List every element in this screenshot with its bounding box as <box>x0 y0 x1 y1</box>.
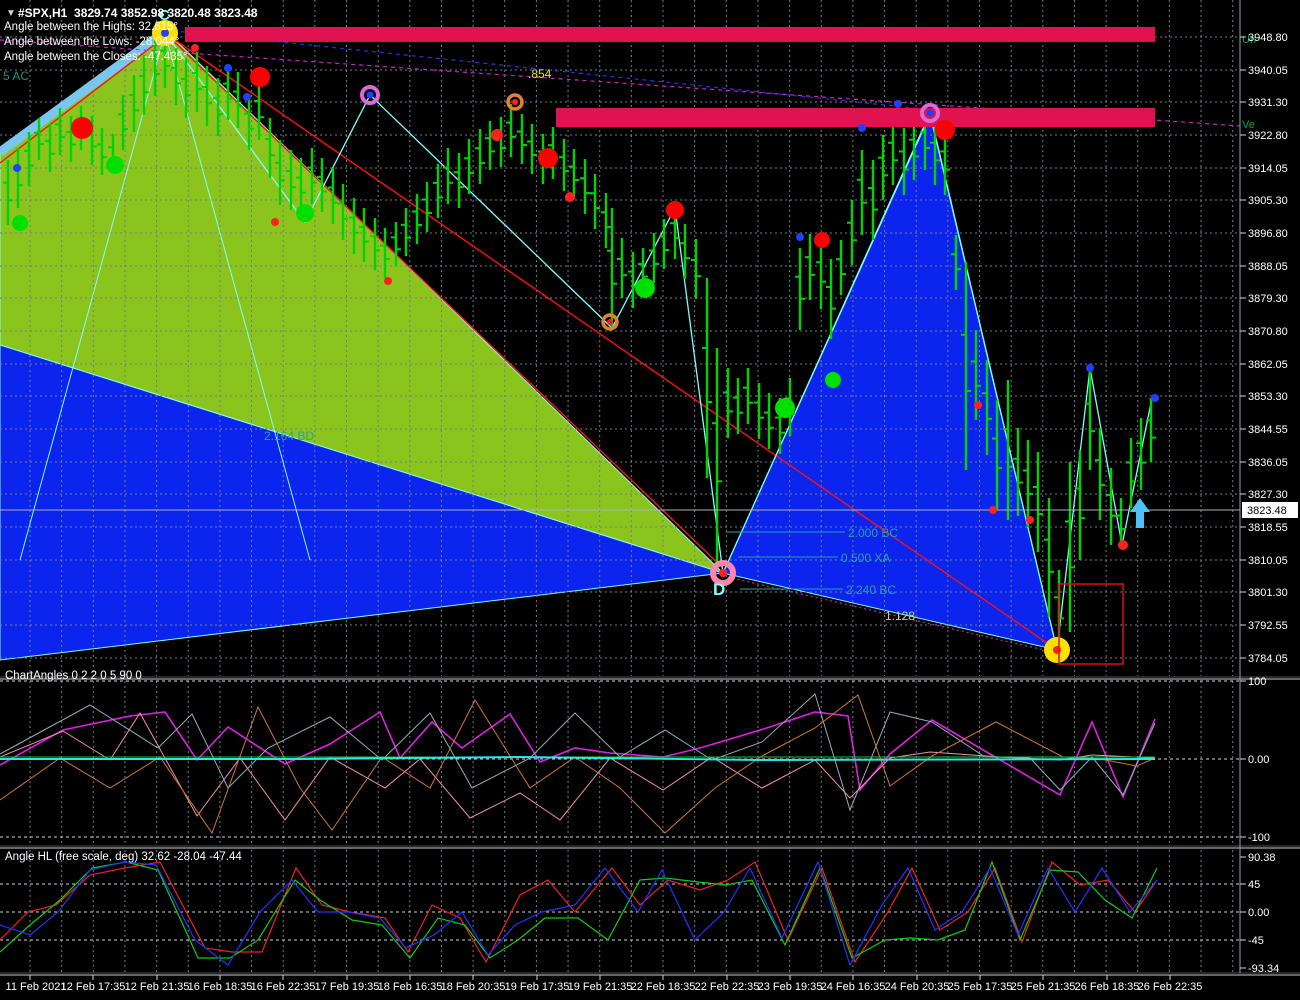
svg-text:3862.05: 3862.05 <box>1248 359 1288 371</box>
svg-text:3823.48: 3823.48 <box>1247 505 1287 517</box>
svg-text:90.38: 90.38 <box>1248 852 1276 864</box>
svg-text:22 Feb 18:35: 22 Feb 18:35 <box>631 981 696 993</box>
svg-text:16 Feb 22:35: 16 Feb 22:35 <box>251 981 316 993</box>
svg-text:-93.34: -93.34 <box>1248 963 1279 975</box>
svg-text:.854: .854 <box>528 67 552 81</box>
svg-text:2.240 BC: 2.240 BC <box>846 583 896 597</box>
svg-text:0.00: 0.00 <box>1248 907 1269 919</box>
svg-text:22 Feb 22:35: 22 Feb 22:35 <box>695 981 760 993</box>
svg-text:3792.55: 3792.55 <box>1248 620 1288 632</box>
svg-text:3853.30: 3853.30 <box>1248 391 1288 403</box>
svg-text:18 Feb 16:35: 18 Feb 16:35 <box>378 981 443 993</box>
svg-text:3827.30: 3827.30 <box>1248 489 1288 501</box>
svg-text:3879.30: 3879.30 <box>1248 293 1288 305</box>
angle-closes-label: Angle between the Closes: -47.435° <box>4 51 188 63</box>
svg-text:1.128: 1.128 <box>885 609 915 623</box>
svg-text:19 Feb 21:35: 19 Feb 21:35 <box>568 981 633 993</box>
svg-text:3784.05: 3784.05 <box>1248 653 1288 665</box>
svg-text:3940.05: 3940.05 <box>1248 65 1288 77</box>
svg-text:D: D <box>713 580 725 599</box>
svg-text:12 Feb 21:35: 12 Feb 21:35 <box>125 981 190 993</box>
svg-text:3896.80: 3896.80 <box>1248 228 1288 240</box>
chart-canvas[interactable]: CD2.000 BC0.500 XA2.240 BC.8542.164 BD1.… <box>0 0 1300 1000</box>
angle-highs-label: Angle between the Highs: 32.615° <box>4 21 179 33</box>
svg-text:3931.30: 3931.30 <box>1248 97 1288 109</box>
svg-text:24 Feb 16:35: 24 Feb 16:35 <box>821 981 886 993</box>
svg-text:100: 100 <box>1248 676 1266 688</box>
metatrader-chart-window[interactable]: { "header": { "symbol": "#SPX,H1", "ohlc… <box>0 0 1300 1000</box>
svg-text:2.000 BC: 2.000 BC <box>848 526 898 540</box>
svg-text:3914.05: 3914.05 <box>1248 163 1288 175</box>
symbol-header: #SPX,H1 3829.74 3852.98 3820.48 3823.48 <box>4 6 258 20</box>
indicator2-title: Angle HL (free scale, deg) 32.62 -28.04 … <box>5 851 242 863</box>
svg-text:3844.55: 3844.55 <box>1248 424 1288 436</box>
svg-text:24 Feb 20:35: 24 Feb 20:35 <box>885 981 950 993</box>
svg-text:2.164 BD: 2.164 BD <box>264 429 314 443</box>
svg-text:3801.30: 3801.30 <box>1248 587 1288 599</box>
svg-text:5 AC: 5 AC <box>3 69 29 83</box>
svg-text:3818.55: 3818.55 <box>1248 522 1288 534</box>
indicator1-title: ChartAngles 0 2 2 0 5 90 0 <box>5 670 142 682</box>
svg-text:45: 45 <box>1248 879 1260 891</box>
svg-text:3810.05: 3810.05 <box>1248 555 1288 567</box>
svg-text:17 Feb 19:35: 17 Feb 19:35 <box>315 981 380 993</box>
svg-text:3888.05: 3888.05 <box>1248 261 1288 273</box>
svg-text:3905.30: 3905.30 <box>1248 195 1288 207</box>
svg-text:3922.80: 3922.80 <box>1248 130 1288 142</box>
symbol-ohlc: #SPX,H1 3829.74 3852.98 3820.48 3823.48 <box>18 6 258 20</box>
svg-text:12 Feb 17:35: 12 Feb 17:35 <box>61 981 126 993</box>
svg-text:16 Feb 18:35: 16 Feb 18:35 <box>188 981 253 993</box>
svg-text:-100: -100 <box>1248 832 1270 844</box>
svg-text:3948.80: 3948.80 <box>1248 32 1288 44</box>
angle-lows-label: Angle between the Lows: -28.044° <box>4 36 180 48</box>
svg-text:23 Feb 19:35: 23 Feb 19:35 <box>758 981 823 993</box>
svg-text:-45: -45 <box>1248 935 1264 947</box>
svg-text:25 Feb 21:35: 25 Feb 21:35 <box>1011 981 1076 993</box>
svg-text:0.00: 0.00 <box>1248 754 1269 766</box>
svg-text:0.500 XA: 0.500 XA <box>841 551 890 565</box>
svg-text:11 Feb 2021: 11 Feb 2021 <box>6 981 67 993</box>
svg-text:3870.80: 3870.80 <box>1248 326 1288 338</box>
svg-text:3836.05: 3836.05 <box>1248 457 1288 469</box>
svg-text:19 Feb 17:35: 19 Feb 17:35 <box>505 981 570 993</box>
svg-text:26 Feb 22:35: 26 Feb 22:35 <box>1138 981 1203 993</box>
svg-text:26 Feb 18:35: 26 Feb 18:35 <box>1075 981 1140 993</box>
svg-text:18 Feb 20:35: 18 Feb 20:35 <box>441 981 506 993</box>
svg-text:25 Feb 17:35: 25 Feb 17:35 <box>948 981 1013 993</box>
